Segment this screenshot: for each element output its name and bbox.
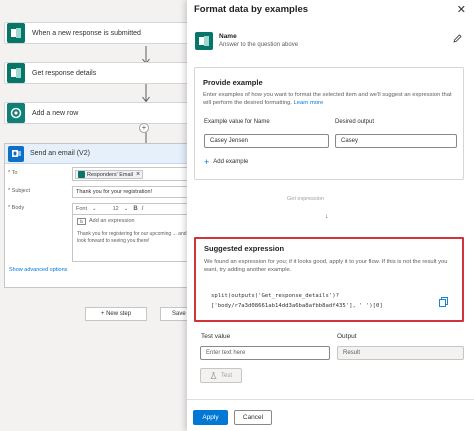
connector-arrow-icon — [142, 84, 150, 103]
body-toolbar: Font ⌄ 12 ⌄ B I — [72, 203, 190, 214]
provide-example-description: Enter examples of how you want to format… — [203, 92, 452, 106]
result-output-field: Result — [337, 346, 464, 360]
example-column-label: Example value for Name — [204, 119, 270, 125]
expression-code-line-1: split(outputs('Get_response_details')? — [211, 293, 339, 299]
test-value-input[interactable]: Enter text here — [200, 346, 330, 360]
to-field[interactable]: Responders' Email × — [72, 167, 190, 181]
forms-icon — [195, 32, 213, 50]
dataverse-icon — [7, 103, 25, 123]
italic-icon[interactable]: I — [142, 206, 144, 212]
bold-icon[interactable]: B — [133, 206, 137, 212]
insert-step-button[interactable]: + — [139, 123, 149, 133]
footer-divider — [187, 399, 474, 400]
send-email-header[interactable]: Send an email (V2) — [5, 144, 190, 164]
send-email-title: Send an email (V2) — [30, 150, 90, 157]
new-step-button[interactable]: + New step — [85, 307, 147, 321]
edit-pencil-icon[interactable] — [453, 34, 462, 43]
field-name: Name — [219, 33, 237, 40]
plus-icon: + — [204, 157, 210, 167]
body-label: * Body — [8, 205, 25, 211]
add-example-button[interactable]: + Add example — [204, 157, 248, 167]
desired-output-input[interactable]: Casey — [335, 134, 457, 148]
flow-step-add-row[interactable]: Add a new row — [4, 102, 190, 124]
forms-icon — [78, 171, 85, 178]
remove-token-icon[interactable]: × — [136, 171, 140, 178]
body-editor[interactable]: fx Add an expression Thank you for regis… — [72, 214, 190, 262]
flow-canvas: When a new response is submitted Get res… — [0, 0, 190, 431]
test-value-label: Test value — [201, 333, 231, 340]
show-advanced-options-link[interactable]: Show advanced options — [9, 267, 67, 273]
learn-more-link[interactable]: Learn more — [294, 100, 324, 106]
forms-icon — [7, 63, 25, 83]
flow-step-trigger[interactable]: When a new response is submitted — [4, 22, 190, 44]
suggested-expression-title: Suggested expression — [204, 244, 285, 253]
provide-example-title: Provide example — [203, 78, 263, 87]
to-label: * To — [8, 170, 18, 176]
panel-title: Format data by examples — [194, 4, 309, 15]
arrow-down-icon: ↓ — [325, 213, 329, 220]
flow-step-label: Get response details — [32, 69, 97, 77]
add-expression-link[interactable]: fx Add an expression — [77, 218, 190, 225]
apply-button[interactable]: Apply — [193, 410, 228, 425]
flask-icon — [210, 372, 217, 379]
output-label: Output — [337, 333, 357, 340]
font-size-select[interactable]: 12 — [113, 206, 119, 212]
field-description: Answer to the question above — [219, 42, 299, 48]
subject-label: * Subject — [8, 188, 31, 194]
flow-step-label: Add a new row — [32, 109, 79, 117]
save-button[interactable]: Save — [160, 307, 190, 321]
responders-email-token[interactable]: Responders' Email × — [75, 170, 144, 179]
font-select[interactable]: Font — [76, 206, 87, 212]
expression-code-line-2: ['body/r7a3d08661ab14dd3a6ba8afbb8adf435… — [211, 303, 383, 309]
copy-icon[interactable] — [439, 297, 448, 307]
selected-field: Name Answer to the question above — [195, 32, 298, 50]
provide-example-card: Provide example Enter examples of how yo… — [194, 67, 464, 180]
close-icon[interactable]: ✕ — [457, 3, 466, 16]
test-button[interactable]: Test — [200, 368, 242, 383]
suggested-expression-card: Suggested expression We found an express… — [194, 237, 464, 322]
body-text: Thank you for registering for our upcomi… — [77, 231, 187, 244]
token-label: Responders' Email — [87, 171, 133, 178]
flow-step-label: When a new response is submitted — [32, 29, 141, 37]
example-value-input[interactable]: Casey Jensen — [204, 134, 329, 148]
get-expression-button[interactable]: Get expression — [287, 196, 324, 202]
format-by-example-panel: Format data by examples ✕ Name Answer to… — [187, 0, 474, 431]
cancel-button[interactable]: Cancel — [234, 410, 272, 425]
outlook-icon — [8, 145, 24, 162]
suggested-expression-description: We found an expression for you; if it lo… — [204, 259, 448, 273]
flow-step-get-response[interactable]: Get response details — [4, 62, 190, 84]
forms-icon — [7, 23, 25, 43]
chevron-down-icon[interactable]: ⌄ — [92, 206, 97, 212]
subject-field[interactable]: Thank you for your registration! — [72, 186, 190, 198]
chevron-down-icon[interactable]: ⌄ — [124, 206, 129, 212]
fx-icon: fx — [77, 218, 86, 225]
output-column-label: Desired output — [335, 119, 375, 125]
subject-value: Thank you for your registration! — [76, 189, 153, 195]
